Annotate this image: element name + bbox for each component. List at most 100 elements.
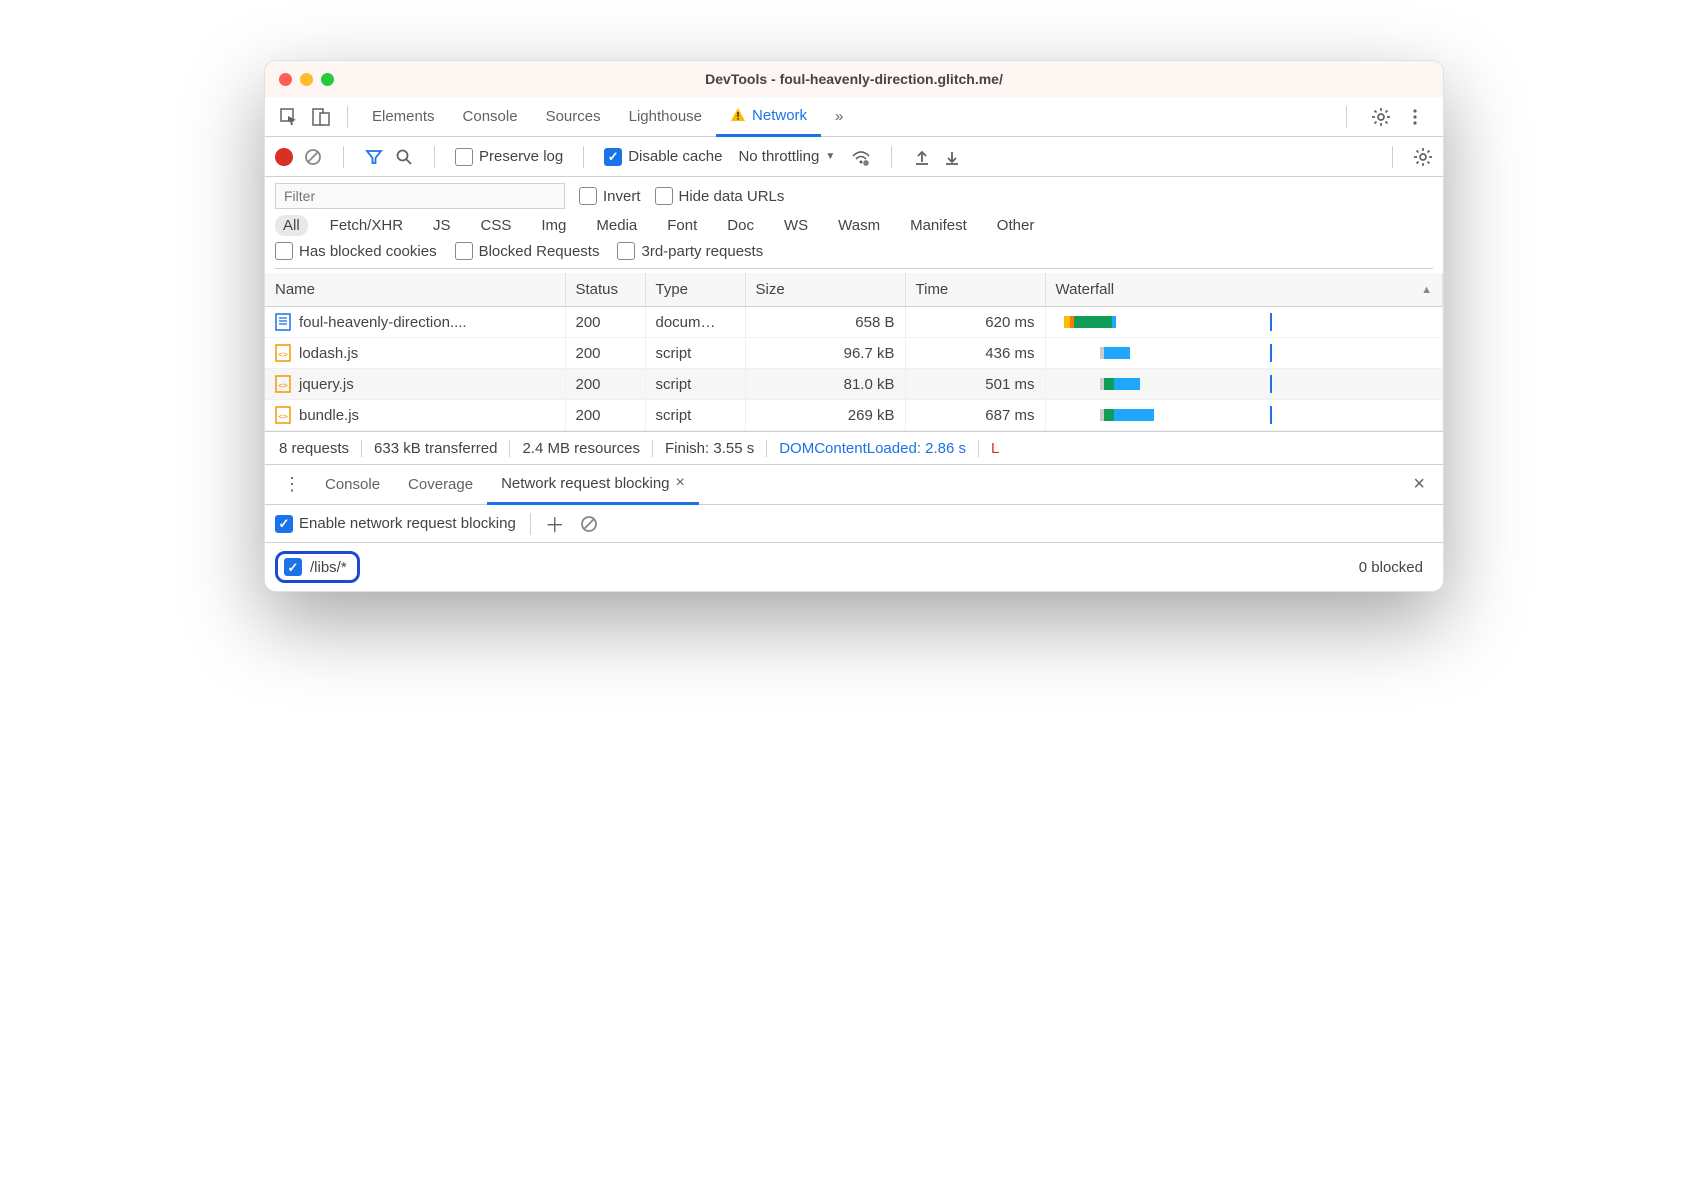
request-name: jquery.js [299, 376, 354, 393]
sort-indicator-icon: ▲ [1421, 284, 1432, 296]
filter-icon[interactable] [364, 147, 384, 167]
type-pill-ws[interactable]: WS [776, 215, 816, 236]
status-finish: Finish: 3.55 s [653, 440, 767, 457]
drawer-tab-blocking[interactable]: Network request blocking × [487, 465, 699, 505]
type-pill-manifest[interactable]: Manifest [902, 215, 975, 236]
type-pill-media[interactable]: Media [588, 215, 645, 236]
pattern-list: /libs/* 0 blocked [265, 543, 1443, 591]
upload-har-icon[interactable] [912, 147, 932, 167]
hide-data-urls-checkbox[interactable] [655, 187, 673, 205]
has-blocked-cookies-option[interactable]: Has blocked cookies [275, 242, 437, 260]
tabs-overflow[interactable]: » [821, 97, 857, 137]
type-pill-fetchxhr[interactable]: Fetch/XHR [322, 215, 411, 236]
script-file-icon: <> [275, 406, 291, 424]
chevron-down-icon: ▼ [825, 151, 835, 162]
main-tabstrip: Elements Console Sources Lighthouse Netw… [265, 97, 1443, 137]
disable-cache-checkbox[interactable] [604, 148, 622, 166]
type-pill-font[interactable]: Font [659, 215, 705, 236]
request-status: 200 [565, 307, 645, 338]
clear-icon[interactable] [303, 147, 323, 167]
table-row[interactable]: <>bundle.js 200 script 269 kB 687 ms [265, 400, 1443, 431]
throttling-select[interactable]: No throttling ▼ [732, 148, 841, 165]
type-pill-css[interactable]: CSS [473, 215, 520, 236]
col-status[interactable]: Status [565, 273, 645, 307]
col-name[interactable]: Name [265, 273, 565, 307]
filter-input[interactable] [275, 183, 565, 209]
warning-icon [730, 107, 746, 123]
network-toolbar: Preserve log Disable cache No throttling… [265, 137, 1443, 177]
blocked-requests-option[interactable]: Blocked Requests [455, 242, 600, 260]
invert-checkbox[interactable] [579, 187, 597, 205]
drawer-kebab-icon[interactable]: ⋮ [273, 474, 311, 495]
request-status: 200 [565, 338, 645, 369]
table-row[interactable]: <>jquery.js 200 script 81.0 kB 501 ms [265, 369, 1443, 400]
close-drawer-icon[interactable]: × [1403, 473, 1435, 496]
devtools-window: DevTools - foul-heavenly-direction.glitc… [264, 60, 1444, 592]
close-tab-icon[interactable]: × [676, 474, 685, 492]
type-pill-js[interactable]: JS [425, 215, 459, 236]
script-file-icon: <> [275, 375, 291, 393]
pattern-item[interactable]: /libs/* [275, 551, 360, 583]
network-conditions-icon[interactable] [851, 147, 871, 167]
remove-all-patterns-icon[interactable] [579, 514, 599, 534]
drawer-tab-console[interactable]: Console [311, 465, 394, 505]
status-load: L [979, 440, 1011, 457]
blocking-toolbar: Enable network request blocking ＋ [265, 505, 1443, 543]
tab-lighthouse[interactable]: Lighthouse [615, 97, 716, 137]
col-waterfall[interactable]: Waterfall▲ [1045, 273, 1443, 307]
pattern-checkbox[interactable] [284, 558, 302, 576]
waterfall-bar [1056, 313, 1276, 331]
table-row[interactable]: <>lodash.js 200 script 96.7 kB 436 ms [265, 338, 1443, 369]
search-icon[interactable] [394, 147, 414, 167]
third-party-option[interactable]: 3rd-party requests [617, 242, 763, 260]
status-bar: 8 requests 633 kB transferred 2.4 MB res… [265, 431, 1443, 465]
kebab-menu-icon[interactable] [1405, 107, 1425, 127]
hide-data-urls-option[interactable]: Hide data URLs [655, 187, 785, 205]
add-pattern-button[interactable]: ＋ [545, 509, 565, 538]
inspect-element-icon[interactable] [279, 107, 299, 127]
status-transferred: 633 kB transferred [362, 440, 510, 457]
tab-sources[interactable]: Sources [532, 97, 615, 137]
type-pill-wasm[interactable]: Wasm [830, 215, 888, 236]
download-har-icon[interactable] [942, 147, 962, 167]
window-title: DevTools - foul-heavenly-direction.glitc… [265, 71, 1443, 87]
status-domcontentloaded: DOMContentLoaded: 2.86 s [767, 440, 979, 457]
col-type[interactable]: Type [645, 273, 745, 307]
request-type: script [645, 400, 745, 431]
disable-cache-option[interactable]: Disable cache [604, 148, 722, 166]
table-row[interactable]: foul-heavenly-direction.... 200 docum… 6… [265, 307, 1443, 338]
type-pill-all[interactable]: All [275, 215, 308, 236]
type-pill-doc[interactable]: Doc [719, 215, 762, 236]
type-filters: All Fetch/XHR JS CSS Img Media Font Doc … [275, 215, 1433, 236]
drawer-tab-coverage[interactable]: Coverage [394, 465, 487, 505]
enable-blocking-option[interactable]: Enable network request blocking [275, 515, 516, 533]
pattern-text: /libs/* [310, 559, 347, 576]
request-type: docum… [645, 307, 745, 338]
record-button[interactable] [275, 148, 293, 166]
request-size: 269 kB [745, 400, 905, 431]
preserve-log-checkbox[interactable] [455, 148, 473, 166]
type-pill-img[interactable]: Img [533, 215, 574, 236]
tab-elements[interactable]: Elements [358, 97, 449, 137]
waterfall-bar [1056, 406, 1276, 424]
type-pill-other[interactable]: Other [989, 215, 1043, 236]
device-toolbar-icon[interactable] [311, 107, 331, 127]
request-time: 687 ms [905, 400, 1045, 431]
col-size[interactable]: Size [745, 273, 905, 307]
svg-text:<>: <> [278, 381, 288, 390]
titlebar: DevTools - foul-heavenly-direction.glitc… [265, 61, 1443, 97]
request-size: 658 B [745, 307, 905, 338]
settings-icon[interactable] [1371, 107, 1391, 127]
network-settings-icon[interactable] [1413, 147, 1433, 167]
blocked-count: 0 blocked [1359, 559, 1433, 576]
tab-console[interactable]: Console [449, 97, 532, 137]
request-size: 81.0 kB [745, 369, 905, 400]
svg-text:<>: <> [278, 350, 288, 359]
invert-option[interactable]: Invert [579, 187, 641, 205]
drawer-tabstrip: ⋮ Console Coverage Network request block… [265, 465, 1443, 505]
request-status: 200 [565, 400, 645, 431]
preserve-log-option[interactable]: Preserve log [455, 148, 563, 166]
enable-blocking-checkbox[interactable] [275, 515, 293, 533]
tab-network[interactable]: Network [716, 97, 821, 137]
col-time[interactable]: Time [905, 273, 1045, 307]
